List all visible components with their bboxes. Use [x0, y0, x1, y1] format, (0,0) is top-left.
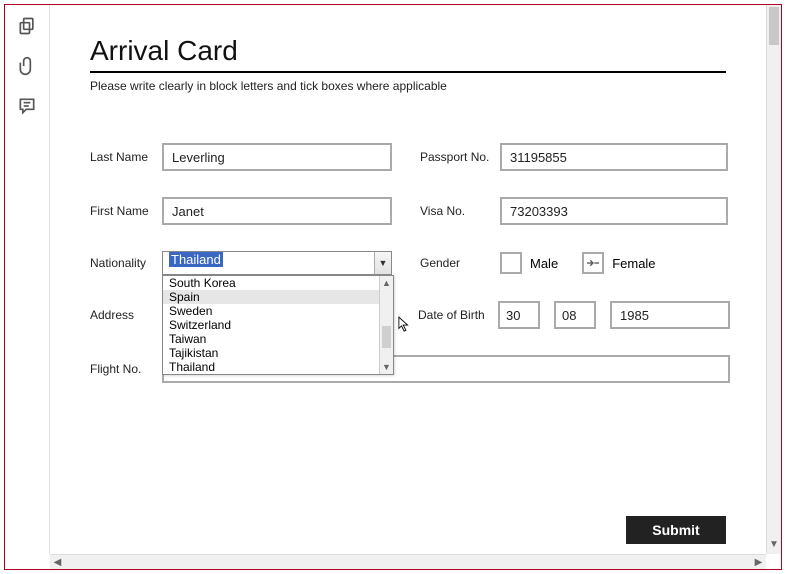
- gender-label: Gender: [420, 256, 500, 270]
- horizontal-scrollbar[interactable]: ◀ ▶: [50, 554, 766, 569]
- scroll-left-icon[interactable]: ◀: [50, 555, 65, 569]
- nationality-option[interactable]: Sweden: [163, 304, 379, 318]
- title-divider: [90, 71, 726, 73]
- dob-label: Date of Birth: [418, 308, 498, 322]
- left-toolbar: [5, 5, 50, 554]
- passport-no-label: Passport No.: [420, 150, 500, 164]
- comment-icon[interactable]: [16, 95, 38, 117]
- nationality-value[interactable]: Thailand: [162, 251, 392, 275]
- nationality-option[interactable]: Thailand: [163, 360, 379, 374]
- paperclip-icon[interactable]: [16, 55, 38, 77]
- nationality-dropdown[interactable]: South KoreaSpainSwedenSwitzerlandTaiwanT…: [162, 275, 394, 375]
- app-frame: Arrival Card Please write clearly in blo…: [4, 4, 782, 570]
- dob-month-input[interactable]: [554, 301, 596, 329]
- nationality-option[interactable]: Tajikistan: [163, 346, 379, 360]
- form-area: Last Name Passport No. First Name Visa N…: [90, 143, 730, 383]
- dropdown-scrollbar[interactable]: ▲ ▼: [379, 276, 393, 374]
- scroll-down-icon[interactable]: ▼: [767, 539, 781, 554]
- passport-no-input[interactable]: [500, 143, 728, 171]
- scroll-up-icon[interactable]: ▲: [380, 276, 393, 290]
- nationality-option-list: South KoreaSpainSwedenSwitzerlandTaiwanT…: [163, 276, 379, 374]
- gender-male-checkbox[interactable]: [500, 252, 522, 274]
- submit-button[interactable]: Submit: [626, 516, 726, 544]
- flight-no-label: Flight No.: [90, 362, 162, 376]
- dob-year-input[interactable]: [610, 301, 730, 329]
- scroll-thumb[interactable]: [382, 326, 391, 348]
- address-label: Address: [90, 308, 162, 322]
- gender-female-label: Female: [612, 256, 655, 271]
- visa-no-label: Visa No.: [420, 204, 500, 218]
- nationality-option[interactable]: Switzerland: [163, 318, 379, 332]
- first-name-input[interactable]: [162, 197, 392, 225]
- visa-no-input[interactable]: [500, 197, 728, 225]
- nationality-option[interactable]: Spain: [163, 290, 379, 304]
- gender-male-label: Male: [530, 256, 558, 271]
- first-name-label: First Name: [90, 204, 162, 218]
- nationality-option[interactable]: Taiwan: [163, 332, 379, 346]
- page-subtitle: Please write clearly in block letters an…: [90, 79, 726, 93]
- scroll-thumb[interactable]: [769, 7, 779, 45]
- vertical-scrollbar[interactable]: ▲ ▼: [766, 5, 781, 554]
- page-title: Arrival Card: [90, 35, 726, 67]
- nationality-combobox[interactable]: Thailand ▼: [162, 251, 392, 275]
- gender-female-checkbox[interactable]: [582, 252, 604, 274]
- last-name-label: Last Name: [90, 150, 162, 164]
- dob-day-input[interactable]: [498, 301, 540, 329]
- scroll-down-icon[interactable]: ▼: [380, 360, 393, 374]
- submit-area: Submit: [50, 516, 766, 544]
- nationality-option[interactable]: South Korea: [163, 276, 379, 290]
- scroll-right-icon[interactable]: ▶: [751, 555, 766, 569]
- form-content: Arrival Card Please write clearly in blo…: [50, 5, 766, 554]
- nationality-label: Nationality: [90, 256, 162, 270]
- copy-icon[interactable]: [16, 15, 38, 37]
- chevron-down-icon[interactable]: ▼: [374, 251, 392, 275]
- last-name-input[interactable]: [162, 143, 392, 171]
